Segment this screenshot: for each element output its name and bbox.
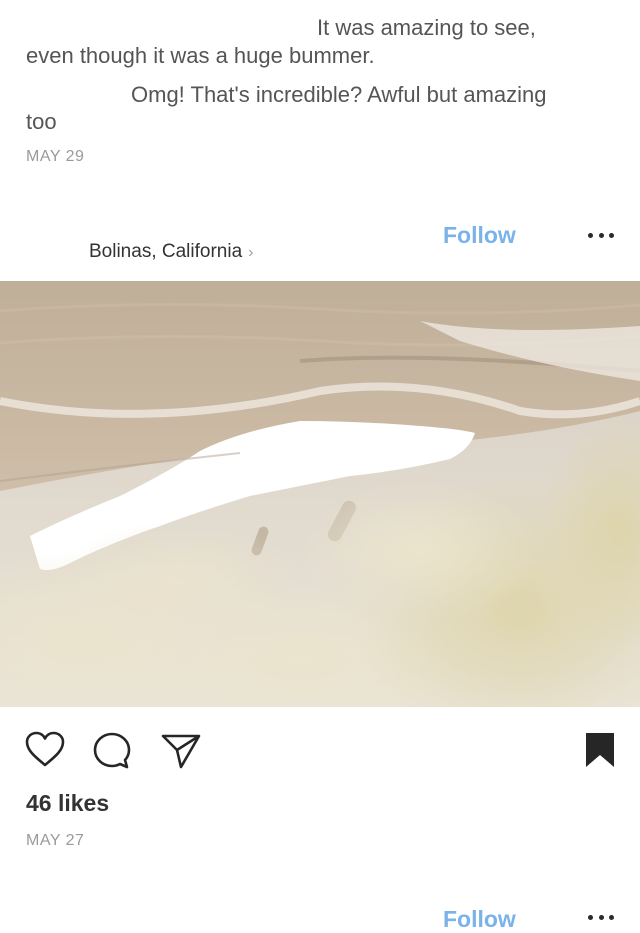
likes-count[interactable]: 46 likes	[26, 790, 109, 817]
post-location-link[interactable]: Bolinas, California ›	[89, 241, 253, 263]
comment-line-3: Omg! That's incredible? Awful but amazin…	[131, 82, 547, 107]
post-date: MAY 27	[26, 832, 85, 849]
dot	[588, 232, 593, 238]
comment-line-4: too	[26, 109, 57, 134]
location-label: Bolinas, California	[89, 241, 243, 262]
more-options-icon[interactable]	[588, 230, 614, 240]
comment-line-1: It was amazing to see,	[317, 15, 536, 40]
beach-photo-illustration	[0, 281, 640, 707]
paper-plane-icon[interactable]	[160, 731, 202, 771]
next-follow-button[interactable]: Follow	[443, 906, 516, 933]
post-photo[interactable]	[0, 281, 640, 707]
dot	[609, 914, 614, 920]
chevron-right-icon: ›	[248, 244, 254, 261]
dot	[598, 232, 604, 238]
follow-button[interactable]: Follow	[443, 222, 516, 249]
dot	[609, 232, 614, 238]
previous-post-date: MAY 29	[26, 148, 85, 165]
dot	[598, 914, 604, 920]
bookmark-icon[interactable]	[584, 731, 616, 769]
dot	[588, 914, 593, 920]
heart-icon[interactable]	[24, 730, 66, 768]
comment-bubble-icon[interactable]	[92, 731, 132, 771]
next-more-options-icon[interactable]	[588, 912, 614, 922]
comment-line-2: even though it was a huge bummer.	[26, 43, 375, 68]
